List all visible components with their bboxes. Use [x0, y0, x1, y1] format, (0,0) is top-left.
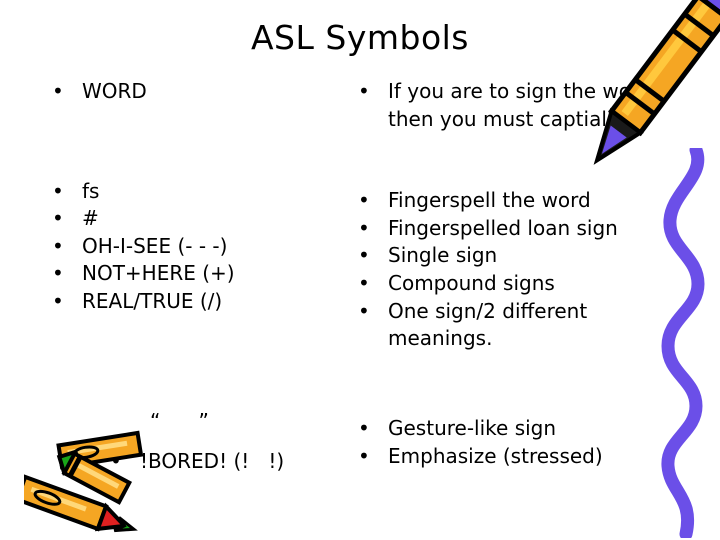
- left-group-2: • fs • # • OH-I-SEE (- - -) • NOT+HERE (…: [52, 178, 352, 316]
- list-item: • Gesture-like sign: [358, 415, 688, 443]
- bullet-icon: •: [358, 79, 370, 103]
- list-item-label: REAL/TRUE (/): [82, 288, 223, 313]
- bullet-icon: •: [358, 416, 370, 440]
- list-item-label: NOT+HERE (+): [82, 261, 235, 286]
- list-item-label: !BORED! (! !): [140, 449, 285, 473]
- bullet-icon: •: [52, 288, 64, 313]
- bullet-icon: •: [358, 443, 370, 468]
- bullet-icon: •: [52, 261, 64, 286]
- bullet-icon: •: [358, 270, 370, 295]
- right-group-3: • Gesture-like sign • Emphasize (stresse…: [358, 415, 688, 470]
- list-item: • Single sign: [358, 242, 688, 270]
- slide-canvas: ASL Symbols • WORD • fs • # • OH-I-SEE (…: [0, 0, 720, 540]
- list-item: • OH-I-SEE (- - -): [52, 233, 352, 261]
- bullet-icon: •: [52, 79, 64, 103]
- list-item: • REAL/TRUE (/): [52, 288, 352, 316]
- right-group-1: • If you are to sign the word then you m…: [358, 78, 688, 133]
- list-item-label: OH-I-SEE (- - -): [82, 233, 228, 258]
- list-item: • Compound signs: [358, 270, 688, 298]
- list-item: • If you are to sign the word then you m…: [358, 78, 688, 133]
- page-title: ASL Symbols: [250, 18, 470, 57]
- list-item-label: #: [82, 206, 99, 231]
- list-item: • Emphasize (stressed): [358, 443, 688, 471]
- list-item: • NOT+HERE (+): [52, 260, 352, 288]
- list-item-label: Fingerspell the word: [388, 188, 591, 213]
- left-spacer: [52, 106, 352, 178]
- list-item: • Fingerspell the word: [358, 187, 688, 215]
- list-item-label: Emphasize (stressed): [388, 443, 603, 468]
- bullet-icon: •: [52, 178, 64, 203]
- left-group-1: • WORD: [52, 78, 352, 106]
- bullet-icon: •: [52, 233, 64, 258]
- list-item: • #: [52, 205, 352, 233]
- list-item-label: Gesture-like sign: [388, 416, 557, 440]
- bullet-icon: •: [110, 449, 122, 473]
- left-group-3: “ ” • !BORED! (! !): [110, 408, 350, 476]
- list-item: • !BORED! (! !): [110, 448, 350, 476]
- list-item: • One sign/2 different meanings.: [358, 298, 688, 353]
- bullet-icon: •: [358, 188, 370, 213]
- list-item-label: WORD: [82, 79, 147, 103]
- list-item-label: Fingerspelled loan sign: [388, 215, 618, 240]
- bullet-icon: •: [358, 215, 370, 240]
- bullet-icon: •: [358, 243, 370, 268]
- list-item: • fs: [52, 178, 352, 206]
- bullet-icon: •: [52, 206, 64, 231]
- list-item-label: Compound signs: [388, 270, 555, 295]
- list-item-label: fs: [82, 178, 100, 203]
- right-spacer: [358, 133, 688, 187]
- left-column: • WORD • fs • # • OH-I-SEE (- - -) • NOT…: [52, 78, 352, 316]
- list-item-label: One sign/2 different meanings.: [388, 298, 594, 351]
- list-item-label: If you are to sign the word then you mus…: [388, 79, 658, 131]
- quote-marks-label: “ ”: [150, 409, 209, 433]
- bullet-icon: •: [358, 298, 370, 323]
- list-item: • Fingerspelled loan sign: [358, 215, 688, 243]
- list-item-label: Single sign: [388, 243, 498, 268]
- right-group-2: • Fingerspell the word • Fingerspelled l…: [358, 187, 688, 353]
- list-item: • WORD: [52, 78, 352, 106]
- right-column: • If you are to sign the word then you m…: [358, 78, 688, 353]
